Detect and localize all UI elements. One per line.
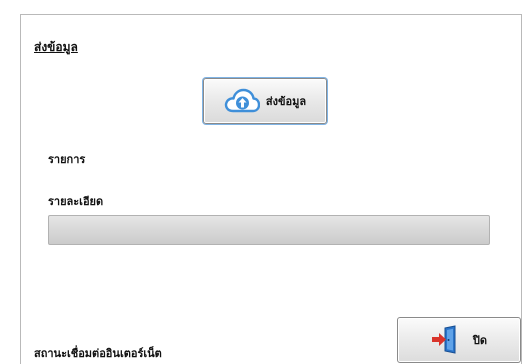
detail-label: รายละเอียด: [48, 195, 104, 208]
exit-door-icon: [431, 325, 461, 355]
send-data-button[interactable]: ส่งข้อมูล: [203, 78, 327, 124]
window-top-edge: [0, 0, 528, 14]
send-data-button-label: ส่งข้อมูล: [265, 95, 307, 108]
item-label: รายการ: [48, 153, 86, 166]
send-data-groupbox: [20, 14, 522, 364]
cloud-upload-icon: [224, 88, 261, 114]
groupbox-title: ส่งข้อมูล: [34, 40, 78, 54]
close-button-label: ปิด: [472, 334, 488, 347]
send-data-window: ส่งข้อมูล ส่งข้อมูล รายการ รายละเอียด สถ…: [0, 0, 528, 364]
upload-progress-bar: [48, 215, 490, 245]
internet-status-label: สถานะเชื่อมต่ออินเตอร์เน็ต: [34, 347, 162, 360]
close-button[interactable]: ปิด: [397, 317, 521, 363]
